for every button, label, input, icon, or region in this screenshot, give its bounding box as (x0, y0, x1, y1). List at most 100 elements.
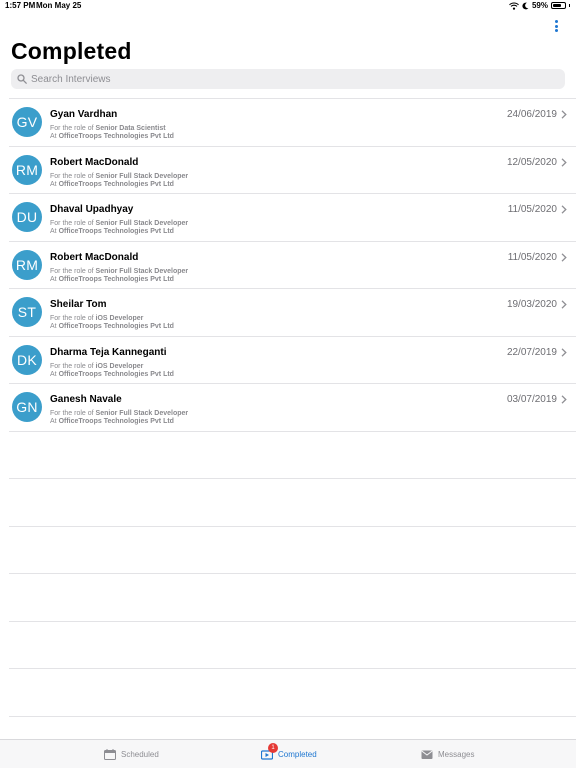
role-line: For the role of Senior Full Stack Develo… (50, 410, 188, 417)
interview-date: 12/05/2020 (506, 156, 557, 168)
candidate-name: Ganesh Navale (50, 394, 122, 405)
empty-row (9, 430, 576, 479)
chevron-right-icon (561, 300, 567, 309)
interview-row[interactable]: ST Sheilar Tom For the role of iOS Develop… (9, 288, 576, 336)
empty-row (9, 573, 576, 621)
role-prefix: For the role of (50, 172, 94, 180)
empty-row (9, 668, 576, 716)
empty-row (9, 620, 576, 669)
role-line: For the role of iOS Developer (50, 315, 143, 322)
page-title: Completed (11, 38, 132, 64)
chevron-right-icon (561, 205, 567, 214)
company-prefix: At (50, 228, 57, 235)
company-name: OfficeTroops Technologies Pvt Ltd (58, 180, 174, 188)
company-line: At OfficeTroops Technologies Pvt Ltd (50, 276, 174, 283)
role-prefix: For the role of (50, 125, 94, 132)
empty-row (9, 525, 576, 574)
role-prefix: For the role of (50, 410, 94, 417)
role-line: For the role of Senior Full Stack Develo… (50, 268, 188, 275)
role-prefix: For the role of (50, 220, 94, 227)
status-date: Mon May 25 (36, 1, 82, 10)
company-line: At OfficeTroops Technologies Pvt Ltd (50, 323, 174, 330)
wifi-icon (509, 2, 519, 10)
company-prefix: At (50, 418, 57, 425)
moon-icon (522, 2, 529, 9)
avatar: RM (12, 154, 42, 185)
avatar: GV (12, 107, 42, 137)
role-line: For the role of Senior Full Stack Develo… (50, 173, 188, 180)
more-vertical-icon[interactable] (551, 19, 561, 33)
tab-completed[interactable]: 1 Completed (260, 740, 317, 768)
avatar: ST (12, 297, 42, 327)
company-name: OfficeTroops Technologies Pvt Ltd (58, 323, 174, 330)
interview-date: 19/03/2020 (506, 299, 557, 310)
company-line: At OfficeTroops Technologies Pvt Ltd (50, 228, 174, 235)
interview-row[interactable]: RM Robert MacDonald For the role of Senior… (9, 240, 576, 289)
role-title: Senior Full Stack Developer (95, 220, 189, 227)
interview-list: GV Gyan Vardhan For the role of Senior Dat… (9, 98, 576, 717)
candidate-name: Sheilar Tom (50, 299, 107, 310)
chevron-right-icon (561, 395, 567, 404)
battery-icon (551, 2, 566, 9)
battery-cap (569, 4, 570, 7)
interview-row[interactable]: RM Robert MacDonald For the role of Senior… (9, 145, 576, 194)
company-name: OfficeTroops Technologies Pvt Ltd (58, 275, 174, 283)
candidate-name: Gyan Vardhan (50, 109, 118, 120)
candidate-name: Dharma Teja Kanneganti (50, 346, 167, 358)
company-name: OfficeTroops Technologies Pvt Ltd (58, 370, 174, 378)
interview-row[interactable]: GV Gyan Vardhan For the role of Senior Dat… (9, 98, 576, 146)
status-bar: 1:57 PM Mon May 25 59% (0, 0, 576, 12)
tab-label: Scheduled (121, 750, 159, 759)
battery-percent: 59% (531, 1, 548, 10)
chevron-right-icon (561, 252, 567, 262)
role-line: For the role of Senior Data Scientist (50, 125, 166, 132)
company-prefix: At (50, 180, 57, 188)
avatar: GN (12, 392, 42, 422)
role-title: Senior Full Stack Developer (95, 267, 189, 275)
interview-date: 22/07/2019 (506, 346, 557, 358)
candidate-name: Robert MacDonald (50, 251, 139, 263)
interview-date: 03/07/2019 (506, 394, 557, 405)
tab-bar: Scheduled 1 Completed Messages (0, 739, 576, 768)
notification-badge: 1 (268, 743, 278, 753)
role-title: Senior Full Stack Developer (95, 172, 189, 180)
company-line: At OfficeTroops Technologies Pvt Ltd (50, 133, 174, 140)
interview-row[interactable]: DU Dhaval Upadhyay For the role of Senior … (9, 193, 576, 241)
interview-row[interactable]: DK Dharma Teja Kanneganti For the role of … (9, 335, 576, 384)
search-input[interactable] (31, 73, 531, 85)
role-title: Senior Data Scientist (95, 125, 166, 132)
envelope-icon (421, 750, 433, 759)
chevron-right-icon (561, 110, 567, 119)
company-prefix: At (50, 133, 57, 140)
interview-date: 11/05/2020 (507, 204, 557, 215)
company-name: OfficeTroops Technologies Pvt Ltd (58, 418, 174, 425)
candidate-name: Robert MacDonald (50, 156, 139, 168)
tab-scheduled[interactable]: Scheduled (104, 740, 159, 768)
status-time: 1:57 PM (5, 1, 36, 10)
avatar: DK (12, 344, 42, 375)
role-line: For the role of iOS Developer (50, 363, 143, 370)
chevron-right-icon (561, 157, 567, 167)
interview-date: 24/06/2019 (506, 109, 557, 120)
search-bar[interactable] (11, 69, 565, 89)
tab-messages[interactable]: Messages (421, 740, 474, 768)
video-icon: 1 (260, 743, 278, 760)
search-icon (17, 74, 27, 84)
role-prefix: For the role of (50, 267, 94, 275)
role-title: iOS Developer (95, 362, 144, 370)
tab-label: Messages (438, 750, 475, 759)
avatar: DU (12, 202, 42, 232)
chevron-right-icon (561, 347, 567, 357)
avatar: RM (12, 249, 42, 280)
interview-date: 11/05/2020 (507, 251, 557, 263)
candidate-name: Dhaval Upadhyay (50, 204, 134, 215)
company-prefix: At (50, 370, 57, 378)
interview-row[interactable]: GN Ganesh Navale For the role of Senior Fu… (9, 383, 576, 431)
company-name: OfficeTroops Technologies Pvt Ltd (58, 228, 174, 235)
company-line: At OfficeTroops Technologies Pvt Ltd (50, 181, 174, 188)
list-divider (9, 715, 576, 717)
company-line: At OfficeTroops Technologies Pvt Ltd (50, 371, 174, 378)
company-prefix: At (50, 275, 57, 283)
tab-label: Completed (278, 750, 317, 759)
empty-row (9, 478, 576, 526)
